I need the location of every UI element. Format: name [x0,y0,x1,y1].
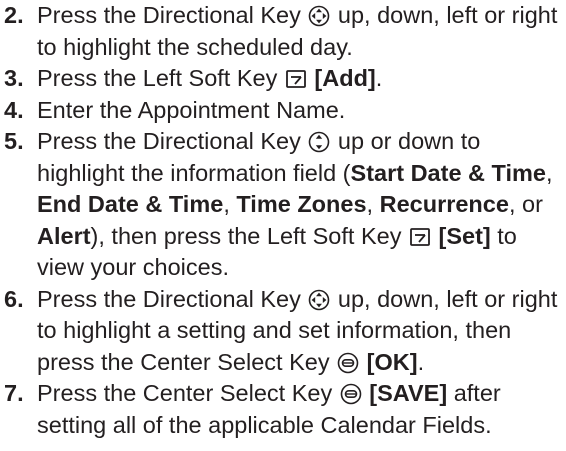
field-start-date-time: Start Date & Time [350,159,546,186]
step-number: 3. [4,65,24,91]
left-soft-key-icon [409,226,431,248]
key-label-save: [SAVE] [369,380,448,406]
step-number: 4. [4,96,24,123]
directional-updown-key-icon [308,131,330,153]
field-alert: Alert [37,222,91,249]
step-number: 7. [4,380,24,406]
instruction-steps: 2. Press the Directional Key up, down, l… [4,0,564,441]
center-select-key-icon [337,352,359,374]
step-4: 4. Enter the Appointment Name. [4,95,564,127]
step-number: 6. [4,285,24,312]
directional-4way-key-icon [308,289,330,311]
key-label-ok: [OK] [366,348,418,375]
left-soft-key-icon [285,68,307,90]
step-text: Press the Directional Key [37,128,301,154]
step-2: 2. Press the Directional Key up, down, l… [4,0,564,63]
step-6: 6. Press the Directional Key up, down, l… [4,285,558,375]
step-3: 3. Press the Left Soft Key [Add]. [4,63,564,95]
key-label-set: [Set] [438,222,491,249]
step-5: 5. Press the Directional Key up or down … [4,128,553,280]
step-number: 2. [4,2,24,28]
center-select-key-icon [340,383,362,405]
field-time-zones: Time Zones [236,191,367,217]
step-text: Press the Directional Key [37,2,301,28]
field-end-date-time: End Date & Time [37,191,224,217]
step-number: 5. [4,128,24,154]
step-text: Press the Left Soft Key [37,65,278,91]
step-text: Press the Center Select Key [37,380,333,406]
key-label-add: [Add] [314,65,376,91]
field-recurrence: Recurrence [379,191,509,217]
step-text: Press the Directional Key [37,285,301,312]
directional-4way-key-icon [308,5,330,27]
step-text: Enter the Appointment Name. [37,96,346,123]
step-7: 7. Press the Center Select Key [SAVE] af… [4,378,564,441]
